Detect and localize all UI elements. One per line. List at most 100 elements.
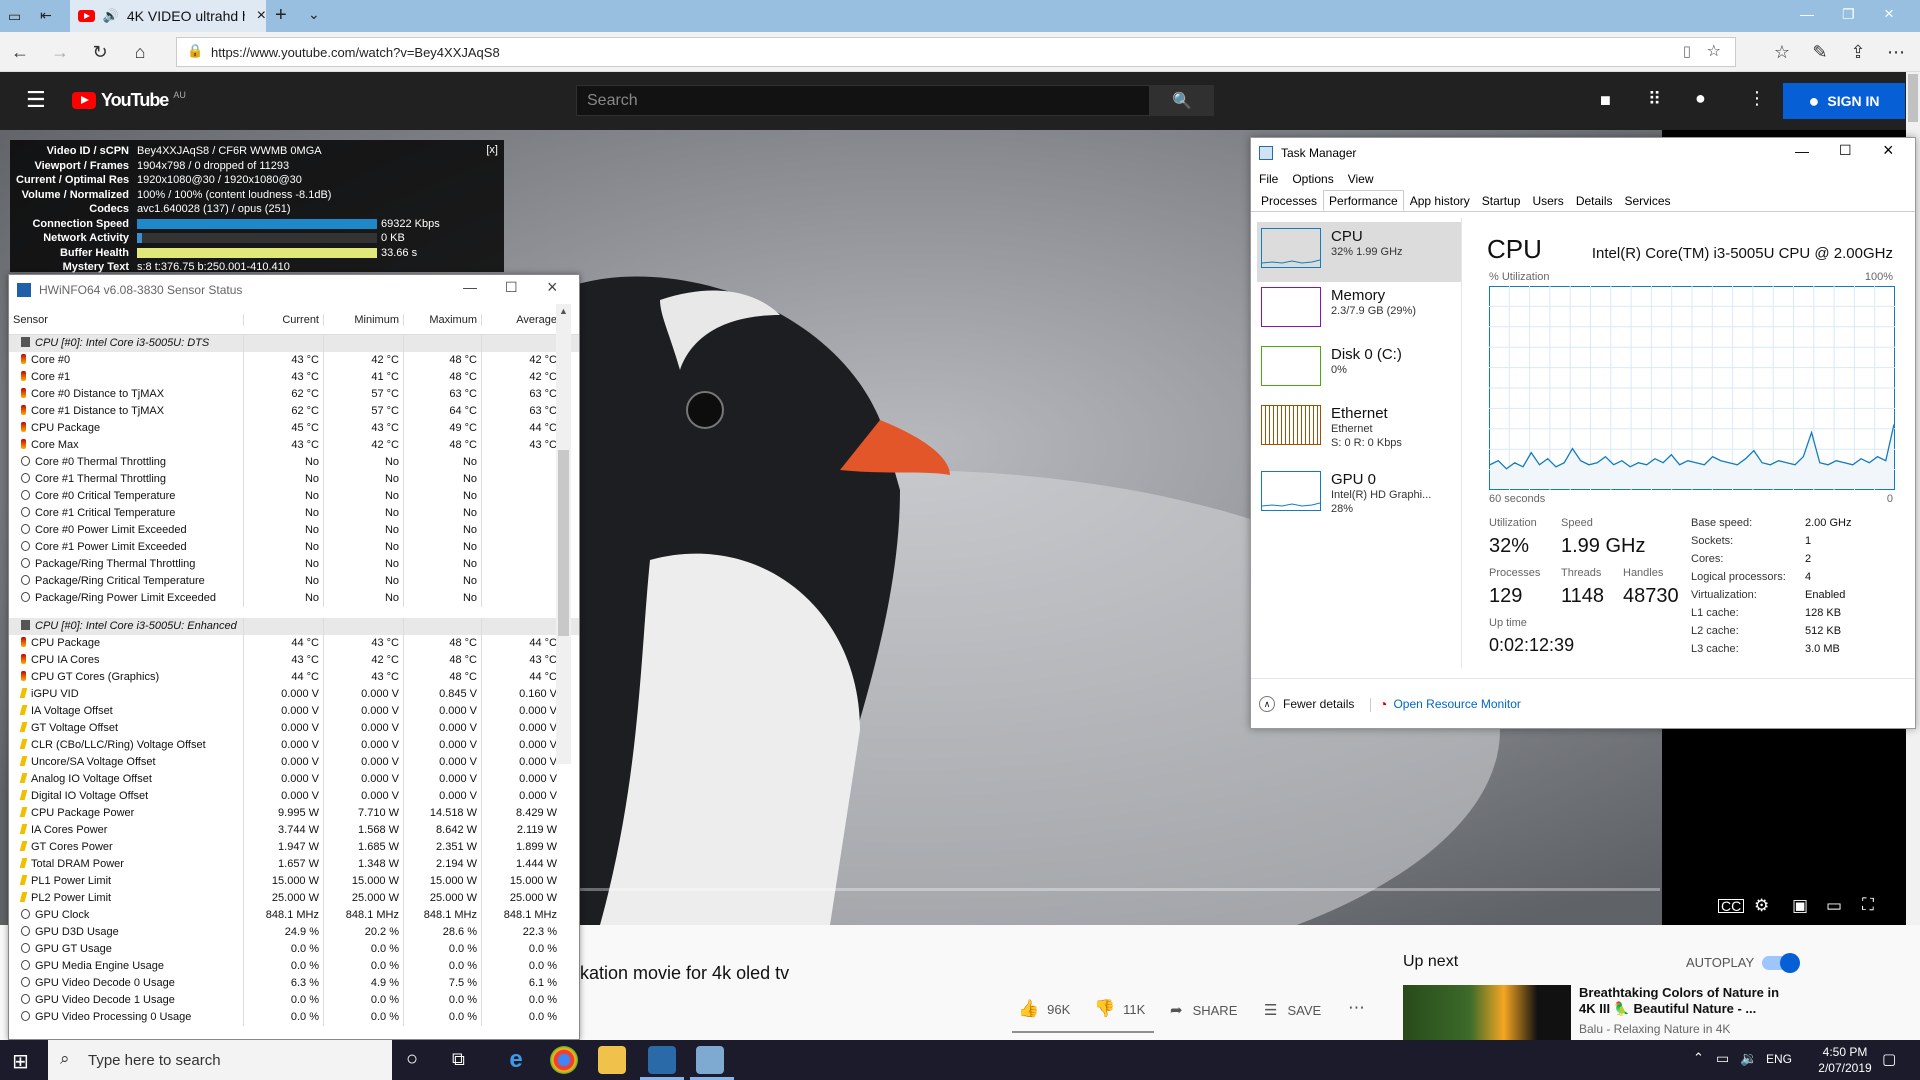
close-icon[interactable]: × bbox=[547, 277, 558, 298]
scroll-up-icon[interactable]: ▲ bbox=[559, 306, 568, 316]
share-button[interactable]: ➦ SHARE bbox=[1170, 1001, 1237, 1019]
tab-processes[interactable]: Processes bbox=[1255, 190, 1323, 211]
tab-users[interactable]: Users bbox=[1526, 190, 1569, 211]
pen-icon[interactable]: ✎ bbox=[1800, 32, 1840, 72]
sensor-row[interactable]: Package/Ring Power Limit Exceeded No No No bbox=[9, 590, 579, 607]
tab-startup[interactable]: Startup bbox=[1476, 190, 1527, 211]
sensor-row[interactable]: PL2 Power Limit 25.000 W 25.000 W 25.000 W2… bbox=[9, 890, 579, 907]
sensor-row[interactable]: Core Max 43 °C 42 °C 48 °C 43 °C bbox=[9, 437, 579, 454]
perf-item-cpu[interactable]: CPU 32% 1.99 GHz bbox=[1257, 222, 1461, 282]
windows-start-icon[interactable]: ⊞ bbox=[12, 1049, 29, 1074]
sensor-row[interactable] bbox=[9, 607, 579, 618]
tab-details[interactable]: Details bbox=[1570, 190, 1619, 211]
sensor-row[interactable]: CLR (CBo/LLC/Ring) Voltage Offset 0.000 V… bbox=[9, 737, 579, 754]
sensor-row[interactable]: GPU Media Engine Usage 0.0 % 0.0 % 0.0 % 0.0… bbox=[9, 958, 579, 975]
sensor-row[interactable]: Core #0 Critical Temperature No No No bbox=[9, 488, 579, 505]
show-hidden-icons-icon[interactable]: ⌃ bbox=[1693, 1050, 1704, 1066]
column-header-maximum[interactable]: Maximum bbox=[403, 313, 481, 326]
sensor-row[interactable]: Core #0 Power Limit Exceeded No No No bbox=[9, 522, 579, 539]
hwinfo-scrollbar-thumb[interactable] bbox=[558, 450, 569, 636]
language-indicator[interactable]: ENG bbox=[1766, 1052, 1792, 1066]
new-tab-icon[interactable]: + bbox=[275, 4, 287, 27]
speaker-icon[interactable]: 🔊 bbox=[103, 8, 119, 24]
up-next-title[interactable]: Breathtaking Colors of Nature in 4K III … bbox=[1579, 985, 1799, 1017]
sensor-row[interactable]: GPU Clock 848.1 MHz 848.1 MHz 848.1 MHz 848.… bbox=[9, 907, 579, 924]
favorite-star-icon[interactable]: ☆ bbox=[1707, 41, 1721, 61]
stats-close-button[interactable]: [x] bbox=[486, 144, 498, 156]
sensor-row[interactable]: GT Voltage Offset 0.000 V 0.000 V 0.000 V 0.… bbox=[9, 720, 579, 737]
file-explorer-icon[interactable] bbox=[598, 1046, 626, 1074]
video-progress-bar[interactable] bbox=[580, 888, 1660, 891]
sensor-row[interactable]: Core #1 Power Limit Exceeded No No No bbox=[9, 539, 579, 556]
sensor-row[interactable]: GPU D3D Usage 24.9 % 20.2 % 28.6 % 22.3 % bbox=[9, 924, 579, 941]
tab-app-history[interactable]: App history bbox=[1404, 190, 1476, 211]
settings-gear-icon[interactable]: ⚙ bbox=[1754, 896, 1769, 916]
like-button[interactable]: 👍 96K bbox=[1018, 999, 1070, 1019]
youtube-logo[interactable]: YouTube AU bbox=[72, 90, 186, 111]
task-manager-titlebar[interactable]: Task Manager — ☐ × bbox=[1251, 138, 1915, 168]
fewer-details-button[interactable]: ∧ Fewer details bbox=[1259, 696, 1354, 712]
create-video-icon[interactable]: ■ bbox=[1600, 90, 1611, 111]
sensor-row[interactable]: GPU GT Usage 0.0 % 0.0 % 0.0 % 0.0 % bbox=[9, 941, 579, 958]
maximize-icon[interactable]: ❐ bbox=[1842, 6, 1855, 23]
up-next-channel[interactable]: Balu - Relaxing Nature in 4K bbox=[1579, 1022, 1730, 1036]
column-header-average[interactable]: Average bbox=[481, 313, 561, 326]
sensor-row[interactable]: iGPU VID 0.000 V 0.000 V 0.845 V 0.160 V bbox=[9, 686, 579, 703]
sensor-group-header[interactable]: CPU [#0]: Intel Core i3-5005U: Enhanced bbox=[9, 618, 579, 635]
home-icon[interactable]: ⌂ bbox=[120, 32, 160, 72]
autoplay-toggle[interactable] bbox=[1762, 953, 1800, 973]
close-icon[interactable]: × bbox=[257, 7, 266, 25]
back-icon[interactable]: ← bbox=[0, 32, 40, 72]
chevron-down-icon[interactable]: ⌄ bbox=[308, 6, 320, 23]
maximize-icon[interactable]: ☐ bbox=[505, 279, 518, 296]
taskbar-search-input[interactable]: ⌕ Type here to search bbox=[48, 1040, 392, 1080]
forward-icon[interactable]: → bbox=[40, 32, 80, 72]
sensor-row[interactable]: IA Voltage Offset 0.000 V 0.000 V 0.000 V 0.… bbox=[9, 703, 579, 720]
hwinfo-taskbar-icon[interactable] bbox=[648, 1046, 676, 1074]
search-input[interactable]: Search bbox=[576, 85, 1150, 116]
perf-item-memory[interactable]: Memory 2.3/7.9 GB (29%) bbox=[1257, 281, 1461, 341]
apps-grid-icon[interactable]: ⠿ bbox=[1648, 89, 1661, 110]
sensor-row[interactable]: Core #0 43 °C 42 °C 48 °C 42 °C bbox=[9, 352, 579, 369]
column-header-minimum[interactable]: Minimum bbox=[323, 313, 403, 326]
perf-item-gpu[interactable]: GPU 0 Intel(R) HD Graphi... 28% bbox=[1257, 465, 1461, 525]
sensor-row[interactable]: Core #1 Critical Temperature No No No bbox=[9, 505, 579, 522]
sensor-row[interactable]: Core #1 43 °C 41 °C 48 °C 42 °C bbox=[9, 369, 579, 386]
reading-view-icon[interactable]: ▯ bbox=[1683, 42, 1691, 60]
more-icon[interactable]: ⋯ bbox=[1876, 32, 1916, 72]
taskbar-clock[interactable]: 4:50 PM 2/07/2019 bbox=[1800, 1044, 1890, 1076]
maximize-icon[interactable]: ☐ bbox=[1839, 142, 1852, 159]
sensor-row[interactable]: Package/Ring Critical Temperature No No No bbox=[9, 573, 579, 590]
minimize-icon[interactable]: — bbox=[463, 279, 477, 295]
fullscreen-icon[interactable]: ⛶ bbox=[1862, 895, 1874, 915]
column-header-current[interactable]: Current bbox=[243, 313, 323, 326]
url-input[interactable]: 🔒 https://www.youtube.com/watch?v=Bey4XX… bbox=[176, 37, 1736, 67]
sensor-row[interactable]: Uncore/SA Voltage Offset 0.000 V 0.000 V 0.… bbox=[9, 754, 579, 771]
sensor-row[interactable]: CPU Package 45 °C 43 °C 49 °C 44 °C bbox=[9, 420, 579, 437]
close-window-icon[interactable]: × bbox=[1884, 4, 1894, 24]
tab-performance[interactable]: Performance bbox=[1323, 190, 1404, 211]
column-header-sensor[interactable]: Sensor bbox=[9, 314, 243, 326]
minimize-icon[interactable]: — bbox=[1800, 6, 1814, 22]
hwinfo-titlebar[interactable]: HWiNFO64 v6.08-3830 Sensor Status — ☐ × bbox=[9, 275, 579, 305]
task-view-icon[interactable]: ⧉ bbox=[452, 1049, 465, 1070]
sensor-row[interactable]: CPU GT Cores (Graphics) 44 °C 43 °C 48 °C 44… bbox=[9, 669, 579, 686]
sensor-row[interactable]: Analog IO Voltage Offset 0.000 V 0.000 V 0.… bbox=[9, 771, 579, 788]
dislike-button[interactable]: 👎 11K bbox=[1094, 999, 1145, 1019]
sensor-row[interactable]: CPU Package 44 °C 43 °C 48 °C 44 °C bbox=[9, 635, 579, 652]
sensor-group-header[interactable]: CPU [#0]: Intel Core i3-5005U: DTS bbox=[9, 335, 579, 352]
edge-icon[interactable]: e bbox=[502, 1046, 530, 1074]
miniplayer-icon[interactable]: ▣ bbox=[1792, 896, 1808, 916]
sensor-row[interactable]: Digital IO Voltage Offset 0.000 V 0.000 V0… bbox=[9, 788, 579, 805]
up-next-thumbnail[interactable] bbox=[1403, 985, 1571, 1040]
sensor-row[interactable]: Core #1 Thermal Throttling No No No bbox=[9, 471, 579, 488]
menu-file[interactable]: File bbox=[1259, 172, 1278, 186]
sensor-row[interactable]: GPU Video Decode 1 Usage 0.0 % 0.0 % 0.0 % 0… bbox=[9, 992, 579, 1009]
hwinfo-window[interactable]: HWiNFO64 v6.08-3830 Sensor Status — ☐ × … bbox=[8, 274, 580, 1040]
minimize-icon[interactable]: — bbox=[1795, 143, 1809, 159]
sensor-row[interactable]: PL1 Power Limit 15.000 W 15.000 W 15.000 W1… bbox=[9, 873, 579, 890]
perf-item-ethernet[interactable]: Ethernet Ethernet S: 0 R: 0 Kbps bbox=[1257, 399, 1461, 459]
captions-icon[interactable]: CC bbox=[1718, 899, 1745, 913]
task-manager-window[interactable]: Task Manager — ☐ × File Options View Proce… bbox=[1250, 137, 1916, 729]
sensor-row[interactable]: GPU Video Processing 0 Usage 0.0 % 0.0 % 0.… bbox=[9, 1009, 579, 1026]
